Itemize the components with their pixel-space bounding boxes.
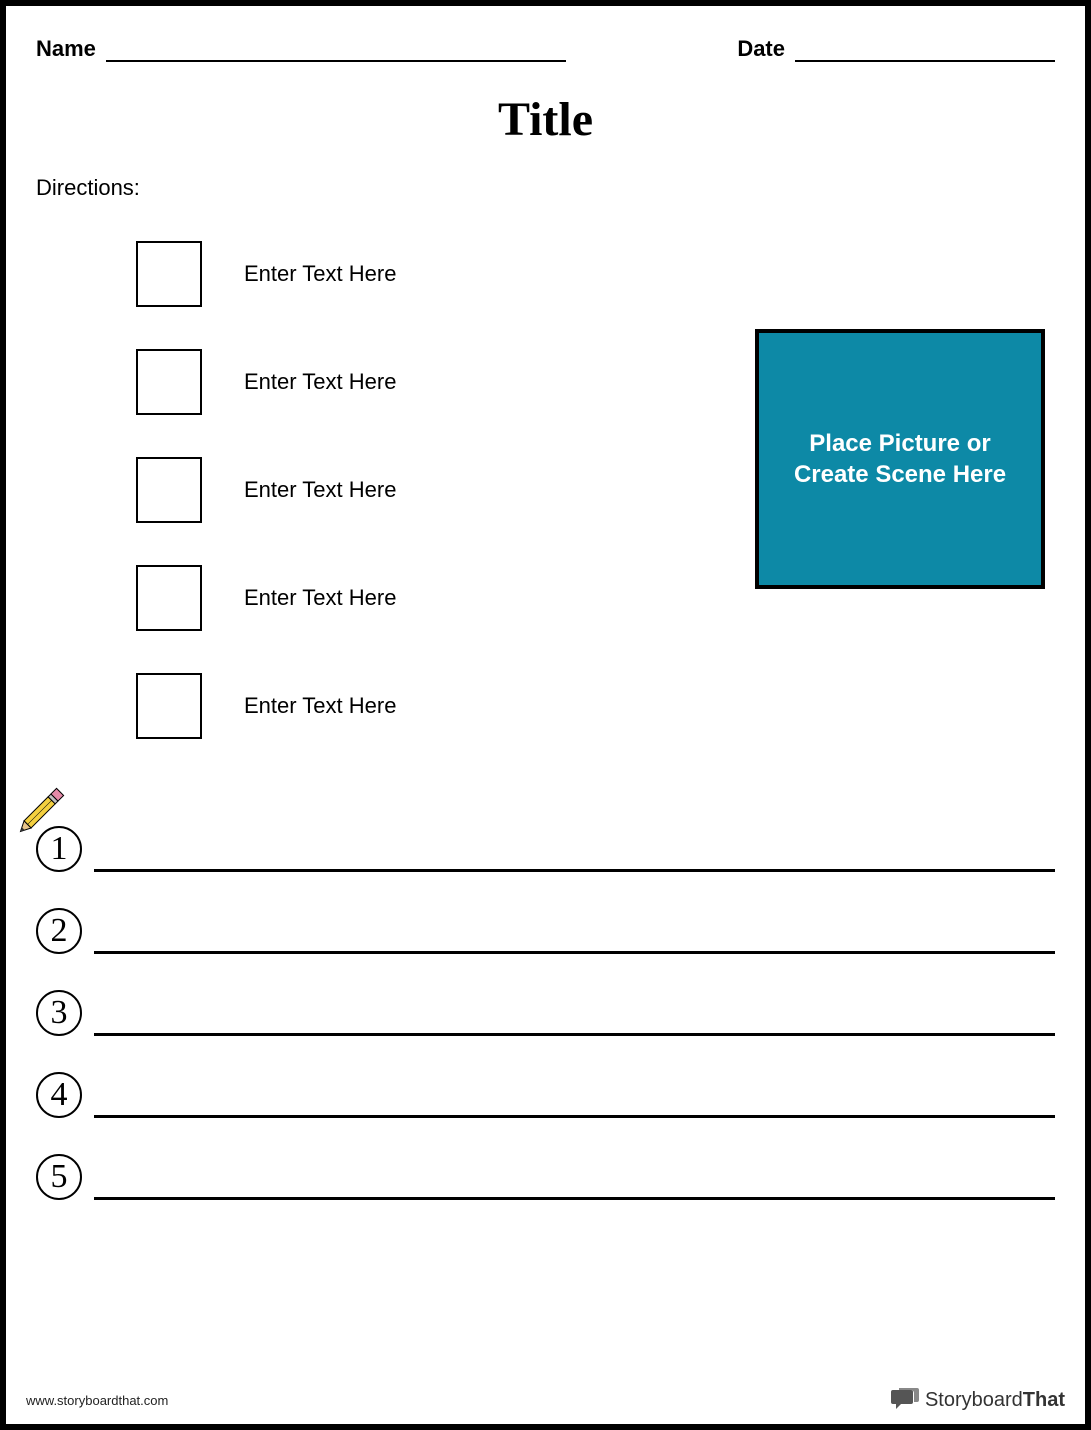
- checklist-text[interactable]: Enter Text Here: [244, 369, 396, 395]
- checklist-text[interactable]: Enter Text Here: [244, 261, 396, 287]
- numbered-line: 4: [36, 1072, 1055, 1118]
- numbered-line: 3: [36, 990, 1055, 1036]
- checklist-row: Enter Text Here: [136, 457, 396, 523]
- checklist-row: Enter Text Here: [136, 349, 396, 415]
- checkbox[interactable]: [136, 241, 202, 307]
- checklist-row: Enter Text Here: [136, 673, 396, 739]
- footer-url: www.storyboardthat.com: [26, 1393, 168, 1408]
- checklist-column: Enter Text Here Enter Text Here Enter Te…: [136, 241, 396, 781]
- write-line[interactable]: [94, 998, 1055, 1036]
- numbered-line: 2: [36, 908, 1055, 954]
- speech-bubble-icon: [891, 1388, 919, 1412]
- directions-label: Directions:: [36, 175, 1055, 201]
- line-number: 4: [36, 1072, 82, 1118]
- brand-text: StoryboardThat: [925, 1389, 1065, 1412]
- footer: www.storyboardthat.com StoryboardThat: [26, 1388, 1065, 1412]
- checklist-row: Enter Text Here: [136, 241, 396, 307]
- line-number: 5: [36, 1154, 82, 1200]
- write-line[interactable]: [94, 916, 1055, 954]
- checkbox[interactable]: [136, 457, 202, 523]
- line-number: 3: [36, 990, 82, 1036]
- checkbox[interactable]: [136, 349, 202, 415]
- header-row: Name Date: [36, 36, 1055, 62]
- numbered-lines-section: 1 2 3 4 5: [36, 826, 1055, 1236]
- numbered-line: 5: [36, 1154, 1055, 1200]
- picture-placeholder[interactable]: Place Picture or Create Scene Here: [755, 329, 1045, 589]
- checkbox[interactable]: [136, 673, 202, 739]
- line-number: 1: [36, 826, 82, 872]
- numbered-line: 1: [36, 826, 1055, 872]
- name-label: Name: [36, 36, 96, 62]
- name-input-line[interactable]: [106, 42, 566, 62]
- checklist-text[interactable]: Enter Text Here: [244, 693, 396, 719]
- line-number: 2: [36, 908, 82, 954]
- checklist-row: Enter Text Here: [136, 565, 396, 631]
- worksheet-page: Name Date Title Directions: Enter Text H…: [0, 0, 1091, 1430]
- name-field-group: Name: [36, 36, 566, 62]
- write-line[interactable]: [94, 1162, 1055, 1200]
- checklist-text[interactable]: Enter Text Here: [244, 477, 396, 503]
- page-title: Title: [36, 92, 1055, 147]
- checklist-text[interactable]: Enter Text Here: [244, 585, 396, 611]
- write-line[interactable]: [94, 1080, 1055, 1118]
- footer-brand: StoryboardThat: [891, 1388, 1065, 1412]
- date-label: Date: [737, 36, 785, 62]
- mid-section: Enter Text Here Enter Text Here Enter Te…: [36, 241, 1055, 801]
- checkbox[interactable]: [136, 565, 202, 631]
- write-line[interactable]: [94, 834, 1055, 872]
- date-input-line[interactable]: [795, 42, 1055, 62]
- date-field-group: Date: [737, 36, 1055, 62]
